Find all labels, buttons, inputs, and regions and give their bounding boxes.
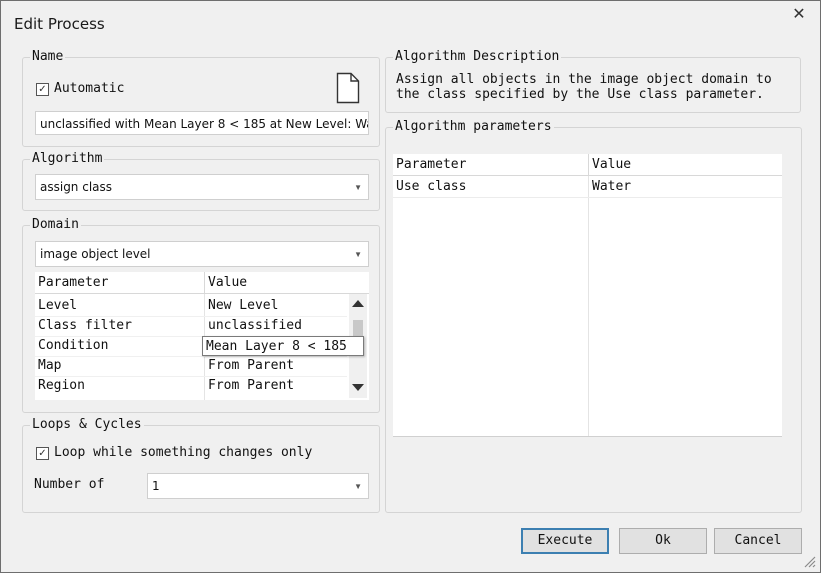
column-header-parameter[interactable]: Parameter — [35, 272, 205, 294]
domain-group: Domain image object level ▼ Parameter Va… — [22, 217, 380, 413]
number-of-cycles-value: 1 — [152, 479, 160, 493]
process-name-input[interactable]: unclassified with Mean Layer 8 < 185 at … — [35, 111, 369, 135]
row-parameter: Level — [38, 298, 78, 313]
column-header-value[interactable]: Value — [589, 154, 782, 176]
row-parameter: Condition — [38, 338, 109, 353]
row-value-edit[interactable]: Mean Layer 8 < 185 — [202, 336, 364, 356]
row-parameter: Use class — [396, 179, 467, 194]
table-row[interactable]: Class filter unclassified — [35, 316, 347, 337]
algorithm-description-group: Algorithm Description Assign all objects… — [385, 49, 801, 113]
algorithm-select[interactable]: assign class ▼ — [35, 174, 369, 200]
scroll-up-arrow-icon[interactable] — [352, 300, 364, 307]
table-row[interactable]: Map From Parent — [35, 356, 347, 377]
loop-label: Loop while something changes only — [54, 445, 313, 460]
table-row[interactable]: Region From Parent — [35, 376, 347, 396]
row-value: From Parent — [208, 378, 295, 393]
domain-parameter-grid: Parameter Value Level New Level Class fi… — [35, 272, 369, 400]
number-of-label: Number of — [34, 477, 105, 492]
row-value: Water — [592, 179, 632, 194]
description-legend: Algorithm Description — [393, 49, 562, 65]
chevron-down-icon: ▼ — [354, 482, 362, 491]
algorithm-group: Algorithm assign class ▼ — [22, 151, 380, 211]
algorithm-select-value: assign class — [40, 180, 113, 194]
window-title: Edit Process — [14, 15, 105, 33]
row-value: New Level — [208, 298, 279, 313]
description-text: Assign all objects in the image object d… — [396, 72, 772, 102]
row-parameter: Class filter — [38, 318, 132, 333]
row-value: From Parent — [208, 358, 295, 373]
table-row[interactable]: Use class Water — [393, 177, 782, 198]
process-name-text: unclassified with Mean Layer 8 < 185 at … — [40, 117, 369, 131]
table-row[interactable]: Level New Level — [35, 296, 347, 317]
scroll-down-arrow-icon[interactable] — [352, 384, 364, 391]
loops-legend: Loops & Cycles — [30, 417, 144, 433]
column-header-value[interactable]: Value — [205, 272, 369, 294]
row-parameter: Map — [38, 358, 62, 373]
chevron-down-icon: ▼ — [354, 250, 362, 259]
table-row[interactable]: Condition Mean Layer 8 < 185 — [35, 336, 364, 357]
algorithm-legend: Algorithm — [30, 151, 105, 167]
name-group: Name ✓ Automatic unclassified with Mean … — [22, 49, 380, 147]
row-value: unclassified — [208, 318, 302, 333]
algorithm-parameter-grid: Parameter Value Use class Water — [393, 154, 782, 437]
document-icon[interactable] — [336, 72, 360, 104]
loops-group: Loops & Cycles ✓ Loop while something ch… — [22, 417, 380, 513]
algorithm-parameters-group: Algorithm parameters Parameter Value Use… — [385, 119, 802, 513]
domain-select-value: image object level — [40, 247, 151, 261]
row-parameter: Region — [38, 378, 85, 393]
cancel-button[interactable]: Cancel — [714, 528, 802, 554]
column-header-parameter[interactable]: Parameter — [393, 154, 589, 176]
chevron-down-icon: ▼ — [354, 183, 362, 192]
name-legend: Name — [30, 49, 66, 65]
domain-legend: Domain — [30, 217, 81, 233]
domain-select[interactable]: image object level ▼ — [35, 241, 369, 267]
loop-checkbox[interactable]: ✓ — [36, 447, 49, 460]
automatic-checkbox[interactable]: ✓ — [36, 83, 49, 96]
ok-button[interactable]: Ok — [619, 528, 707, 554]
edit-process-dialog: Edit Process ✕ Name ✓ Automatic unclassi… — [0, 0, 821, 573]
close-icon[interactable]: ✕ — [789, 5, 809, 25]
resize-grip-icon[interactable] — [802, 554, 816, 568]
parameters-legend: Algorithm parameters — [393, 119, 554, 135]
automatic-label: Automatic — [54, 81, 125, 96]
execute-button[interactable]: Execute — [521, 528, 609, 554]
number-of-cycles-select[interactable]: 1 ▼ — [147, 473, 369, 499]
